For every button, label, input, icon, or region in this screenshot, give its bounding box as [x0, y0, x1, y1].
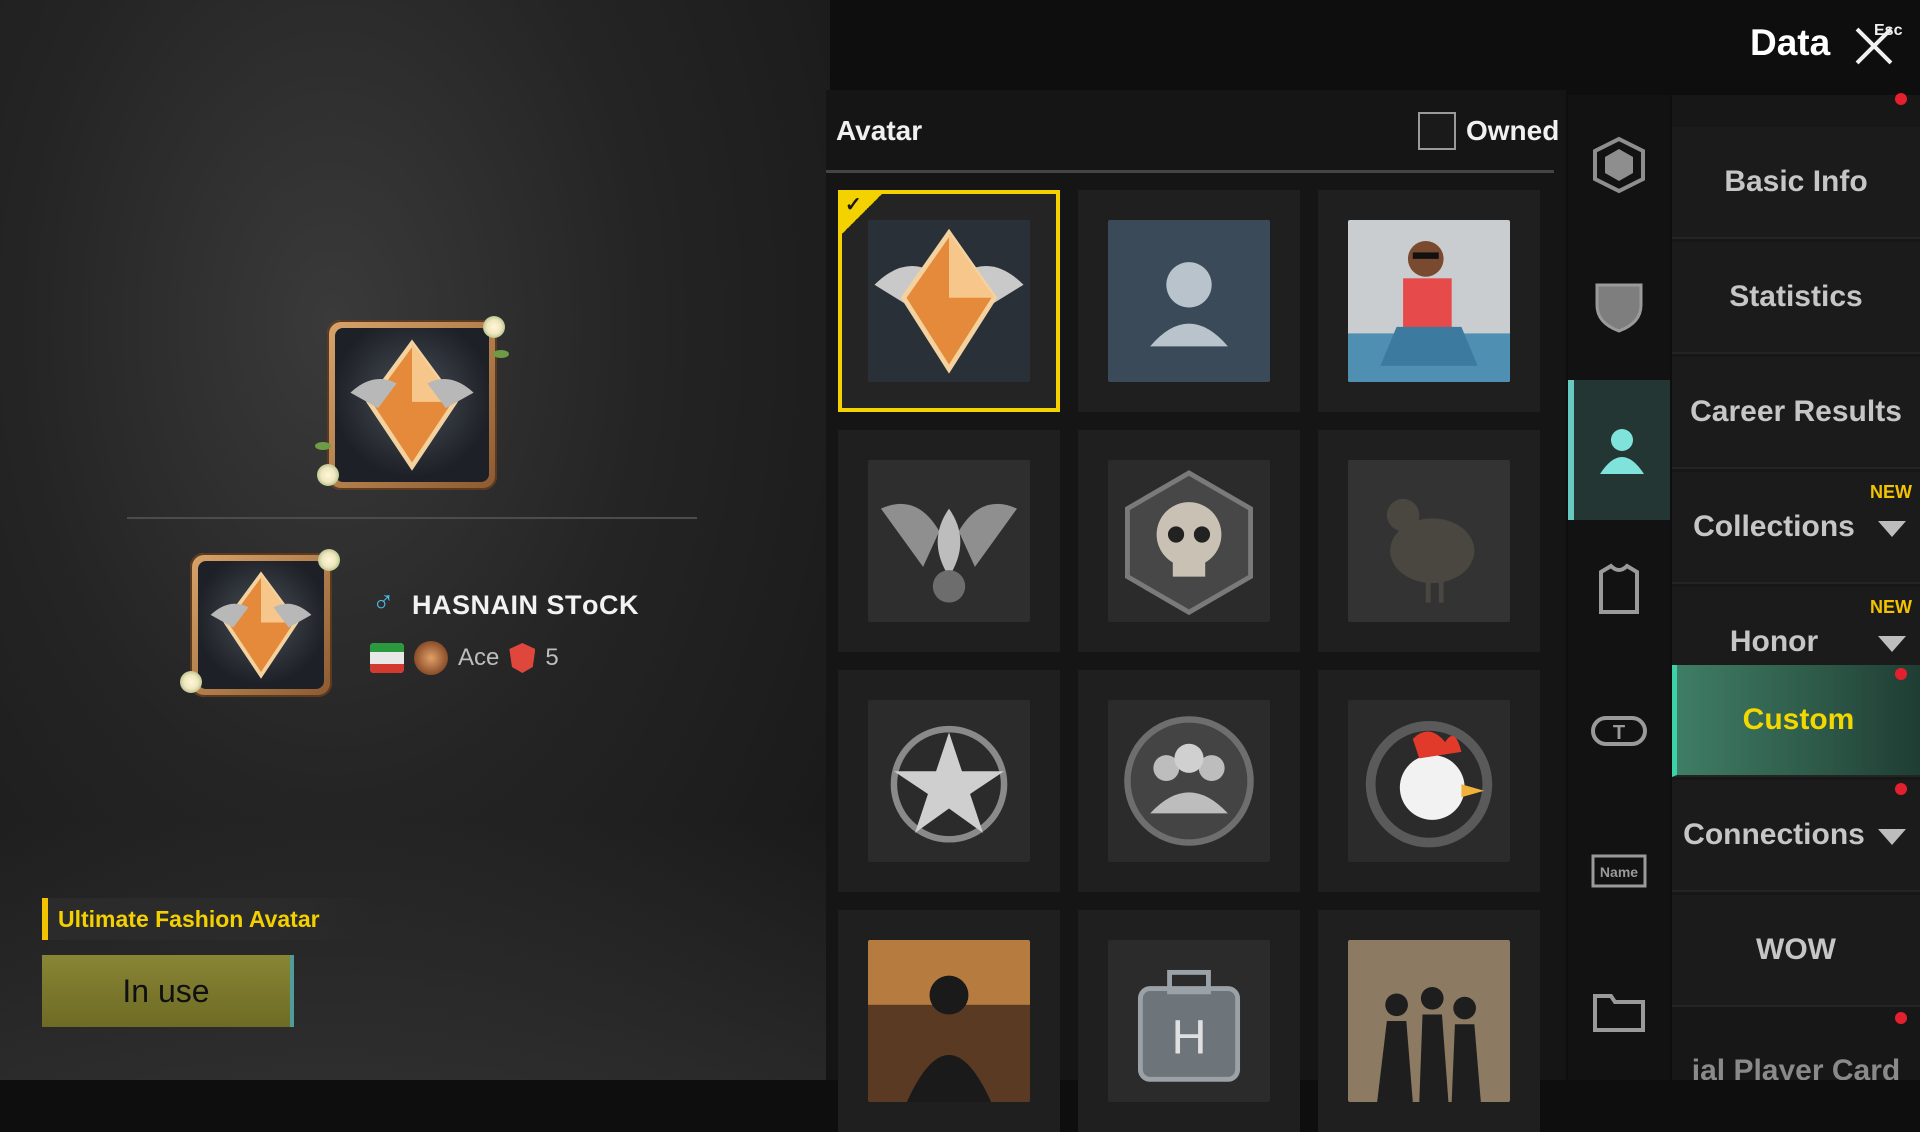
menu-item-connections[interactable]: Connections: [1672, 780, 1920, 892]
in-use-button[interactable]: In use: [42, 955, 294, 1027]
avatar-grid: H: [838, 190, 1543, 1132]
notification-dot: [1895, 93, 1907, 105]
outfit-icon: [1599, 563, 1639, 614]
avatar-cell-medkit[interactable]: H: [1078, 910, 1300, 1132]
preview-divider: [127, 517, 697, 519]
menu-item-wow[interactable]: WOW: [1672, 895, 1920, 1007]
ace-emblem-avatar: [868, 220, 1030, 382]
avatar-cell-soldier[interactable]: [838, 910, 1060, 1132]
name-tag-tab[interactable]: Name: [1568, 800, 1670, 940]
menu-item-label: Honor: [1729, 625, 1819, 658]
title-tag-icon: T: [1591, 716, 1647, 746]
photo-avatar: [1348, 220, 1510, 382]
name-tag-icon: Name: [1591, 854, 1647, 888]
outfit-tab[interactable]: [1568, 520, 1670, 660]
owned-checkbox[interactable]: [1418, 112, 1456, 150]
default-silhouette-avatar: [1108, 220, 1270, 382]
menu-item-label: Connections: [1683, 818, 1865, 851]
shield-icon: [1595, 283, 1643, 333]
menu-item-label: Statistics: [1729, 280, 1863, 313]
chevron-down-icon: [1878, 636, 1906, 652]
menu-item-statistics[interactable]: Statistics: [1672, 242, 1920, 354]
svg-text:Name: Name: [1600, 864, 1638, 880]
player-name: HASNAIN STᴏCK: [412, 590, 639, 620]
avatar-panel-title: Avatar: [836, 115, 923, 146]
avatar-cell-squad-silhouette[interactable]: [1318, 910, 1540, 1132]
chicken-avatar: [1348, 460, 1510, 622]
menu-item-basic-info[interactable]: Basic Info: [1672, 127, 1920, 239]
icon-tab-column: T Name: [1568, 95, 1670, 1080]
avatar-cell-photo[interactable]: [1318, 190, 1540, 412]
star-medal-avatar: [868, 700, 1030, 862]
squad-avatar: [1108, 700, 1270, 862]
squad-silhouette-avatar: [1348, 940, 1510, 1102]
menu-item-label: Career Results: [1690, 395, 1902, 428]
menu-item-collections[interactable]: Collections NEW: [1672, 472, 1920, 584]
owned-filter[interactable]: Owned: [1418, 112, 1559, 150]
avatar-cell-squad[interactable]: [1078, 670, 1300, 892]
menu-item-label: Collections: [1693, 510, 1855, 543]
avatar-icon: [1600, 429, 1644, 474]
male-gender-icon: ♂: [372, 586, 395, 619]
avatar-cell-skull[interactable]: [1078, 430, 1300, 652]
title-tag-tab[interactable]: T: [1568, 660, 1670, 800]
winged-flame-avatar: [868, 460, 1030, 622]
rank-level: 5: [545, 644, 559, 671]
rank-label: Ace: [458, 644, 500, 671]
avatar-cell-ace-emblem[interactable]: [838, 190, 1060, 412]
svg-text:H: H: [1171, 1010, 1206, 1064]
card-folder-icon: [1593, 994, 1645, 1032]
flag-icon: [370, 643, 404, 673]
notification-dot: [1895, 668, 1907, 680]
notification-dot: [1895, 1012, 1907, 1024]
esc-label: Esc: [1874, 22, 1903, 39]
rank-row: Ace 5: [370, 640, 559, 676]
menu-item-career-results[interactable]: Career Results: [1672, 357, 1920, 469]
avatar-cell-rooster[interactable]: [1318, 670, 1540, 892]
rooster-avatar: [1348, 700, 1510, 862]
data-menu: Basic Info Statistics Career Results Col…: [1672, 95, 1920, 1080]
svg-text:T: T: [1613, 722, 1625, 744]
menu-item-label: WOW: [1756, 933, 1836, 966]
page-title: Data: [1750, 22, 1831, 63]
large-avatar-preview: [315, 316, 509, 490]
close-button[interactable]: Esc: [1848, 20, 1903, 72]
avatar-tab[interactable]: [1568, 380, 1670, 520]
owned-label: Owned: [1466, 115, 1560, 146]
chevron-down-icon: [1878, 829, 1906, 845]
medkit-avatar: H: [1108, 940, 1270, 1102]
frame-tab[interactable]: [1568, 95, 1670, 235]
small-avatar-preview: [180, 549, 340, 697]
notification-dot: [1895, 783, 1907, 795]
menu-item-label: Basic Info: [1724, 165, 1868, 198]
new-badge: NEW: [1870, 482, 1912, 502]
new-badge: NEW: [1870, 597, 1912, 617]
menu-item-label: Custom: [1742, 703, 1855, 736]
chevron-down-icon: [1878, 521, 1906, 537]
menu-item-player-card[interactable]: ial Player Card: [1672, 1046, 1920, 1080]
tier-shield-icon: [509, 643, 536, 673]
fashion-avatar-tag: Ultimate Fashion Avatar: [42, 898, 372, 940]
rank-badge-icon: [414, 641, 448, 675]
avatar-cell-winged-flame[interactable]: [838, 430, 1060, 652]
badge-tab[interactable]: [1568, 235, 1670, 375]
avatar-cell-star-medal[interactable]: [838, 670, 1060, 892]
panel-divider: [826, 170, 1554, 173]
ace-emblem-icon: [350, 339, 474, 471]
menu-item-custom[interactable]: Custom: [1672, 665, 1920, 777]
frame-icon: [1593, 136, 1645, 194]
soldier-avatar: [868, 940, 1030, 1102]
skull-hexagon-avatar: [1108, 460, 1270, 622]
player-card-tab[interactable]: [1568, 940, 1670, 1080]
avatar-cell-default[interactable]: [1078, 190, 1300, 412]
avatar-cell-chicken[interactable]: [1318, 430, 1540, 652]
ace-emblem-icon: [210, 571, 312, 679]
